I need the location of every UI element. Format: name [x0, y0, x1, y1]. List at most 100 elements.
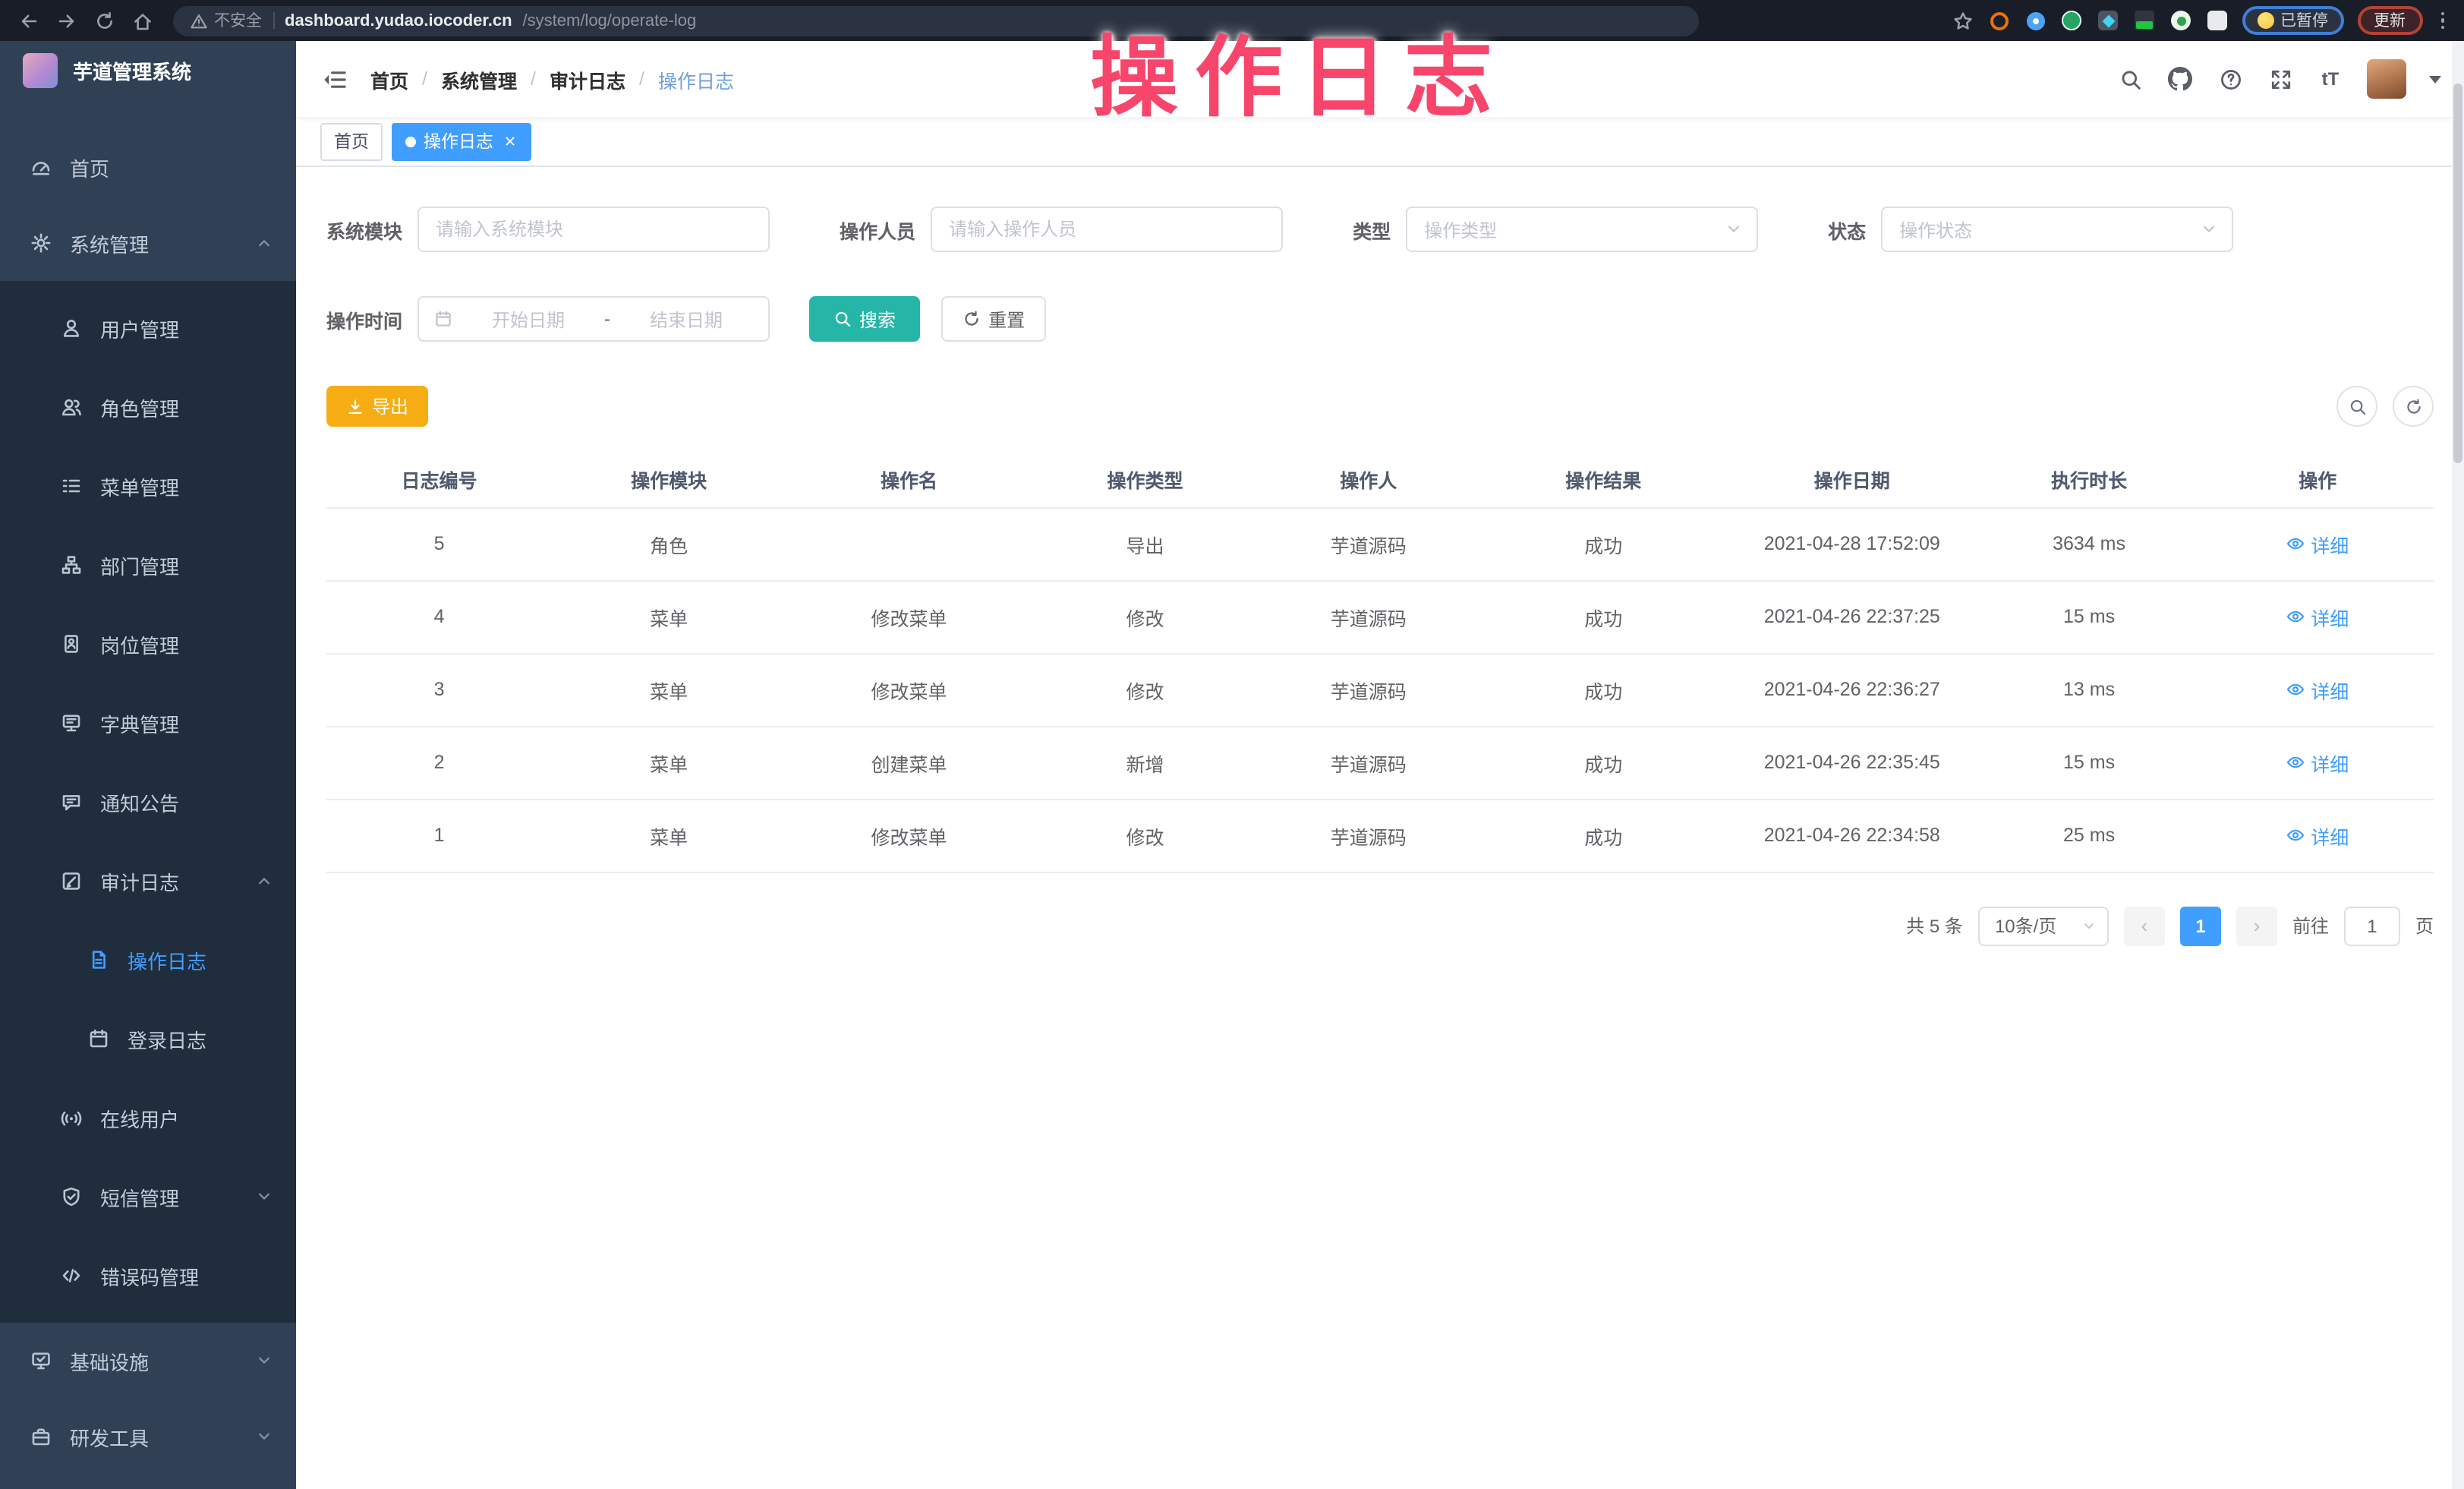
sprout-extension-icon[interactable] — [2169, 9, 2192, 32]
cell-duration: 25 ms — [1977, 799, 2202, 872]
sidebar-item-audit-log[interactable]: 审计日志 — [0, 841, 296, 920]
tab-operate-log[interactable]: 操作日志 — [392, 122, 531, 160]
sidebar-item-sms-management[interactable]: 短信管理 — [0, 1157, 296, 1236]
stack-on-extension-icon[interactable] — [2133, 9, 2156, 32]
home-icon[interactable] — [129, 7, 156, 34]
breadcrumb-audit-log[interactable]: 审计日志 — [550, 65, 625, 93]
pagination: 共 5 条 10条/页 ‹ 1 › 前往 页 — [326, 906, 2434, 945]
star-icon[interactable] — [1951, 9, 1974, 32]
prev-page-button[interactable]: ‹ — [2124, 906, 2165, 945]
sidebar-item-user-management[interactable]: 用户管理 — [0, 289, 296, 368]
url-path: /system/log/operate-log — [523, 11, 697, 30]
breadcrumb-home[interactable]: 首页 — [370, 65, 408, 93]
security-warning[interactable]: 不安全 — [190, 9, 262, 32]
orange-ring-extension-icon[interactable] — [1987, 9, 2010, 32]
sidebar-item-login-log[interactable]: 登录日志 — [0, 999, 296, 1078]
cell-date: 2021-04-26 22:36:27 — [1728, 653, 1977, 726]
help-icon[interactable] — [2217, 65, 2244, 93]
eye-icon — [2286, 826, 2305, 844]
detail-link[interactable]: 详细 — [2286, 821, 2349, 850]
sidebar-item-online-users[interactable]: 在线用户 — [0, 1078, 296, 1157]
eye-icon — [2286, 535, 2305, 553]
show-search-button[interactable] — [2336, 386, 2377, 427]
scrollbar-thumb[interactable] — [2453, 84, 2462, 463]
green-circle-extension-icon[interactable] — [2060, 9, 2083, 32]
font-size-icon[interactable]: tT — [2317, 65, 2344, 93]
download-icon — [346, 397, 364, 415]
sidebar-item-label: 字典管理 — [100, 708, 179, 737]
export-button[interactable]: 导出 — [326, 386, 428, 427]
page-1-button[interactable]: 1 — [2180, 906, 2221, 945]
search-icon[interactable] — [2116, 65, 2144, 93]
next-page-button[interactable]: › — [2236, 906, 2277, 945]
detail-link[interactable]: 详细 — [2286, 748, 2349, 777]
sidebar-item-role-management[interactable]: 角色管理 — [0, 368, 296, 446]
close-icon[interactable] — [503, 134, 518, 149]
page-size-select[interactable]: 10条/页 — [1978, 906, 2109, 945]
cell-result: 成功 — [1479, 726, 1728, 799]
module-label: 系统模块 — [326, 215, 402, 244]
sms-shield-icon — [61, 1186, 82, 1207]
cell-type: 修改 — [1032, 580, 1258, 653]
eye-icon — [2286, 607, 2305, 626]
sidebar-item-menu-management[interactable]: 菜单管理 — [0, 446, 296, 525]
search-button[interactable]: 搜索 — [809, 296, 920, 342]
github-icon[interactable] — [2166, 65, 2194, 93]
sidebar-item-error-code-management[interactable]: 错误码管理 — [0, 1236, 296, 1315]
type-select[interactable]: 操作类型 — [1406, 207, 1758, 252]
update-button[interactable]: 更新 — [2357, 6, 2422, 35]
reset-button[interactable]: 重置 — [941, 296, 1046, 342]
sidebar-item-department-management[interactable]: 部门管理 — [0, 525, 296, 604]
cell-duration: 15 ms — [1977, 726, 2202, 799]
sidebar-item-label: 短信管理 — [100, 1182, 179, 1211]
cell-module: 菜单 — [552, 726, 786, 799]
detail-link[interactable]: 详细 — [2286, 602, 2349, 631]
user-icon — [61, 317, 82, 339]
detail-link[interactable]: 详细 — [2286, 675, 2349, 704]
sidebar-item-post-management[interactable]: 岗位管理 — [0, 604, 296, 683]
sidebar-item-infrastructure[interactable]: 基础设施 — [0, 1323, 296, 1399]
caret-down-icon[interactable] — [2429, 75, 2441, 83]
back-icon[interactable] — [15, 7, 43, 34]
refresh-table-button[interactable] — [2393, 386, 2434, 427]
sidebar-item-home[interactable]: 首页 — [0, 129, 296, 205]
goto-page-input[interactable] — [2344, 906, 2400, 945]
goto-label: 前往 — [2292, 913, 2329, 939]
breadcrumb-system-management[interactable]: 系统管理 — [441, 65, 517, 93]
sidebar-item-label: 登录日志 — [128, 1024, 206, 1053]
puzzle-extension-icon[interactable] — [2206, 9, 2229, 32]
chevron-down-icon — [1725, 220, 1743, 238]
sidebar-item-operate-log[interactable]: 操作日志 — [0, 920, 296, 999]
app-logo[interactable]: 芋道管理系统 — [0, 41, 296, 99]
sidebar-item-announcement[interactable]: 通知公告 — [0, 762, 296, 841]
detail-link[interactable]: 详细 — [2286, 529, 2349, 558]
org-tree-icon — [61, 554, 82, 576]
tab-label: 操作日志 — [424, 129, 493, 153]
sidebar-item-devtools[interactable]: 研发工具 — [0, 1399, 296, 1475]
reload-icon[interactable] — [91, 7, 118, 34]
tab-home[interactable]: 首页 — [320, 122, 383, 160]
avatar[interactable] — [2367, 59, 2406, 99]
blue-pin-extension-icon[interactable] — [2024, 9, 2047, 32]
fullscreen-icon[interactable] — [2267, 65, 2294, 93]
sidebar: 芋道管理系统 首页 系统管理 用户管理 — [0, 41, 296, 1489]
date-range-picker[interactable]: 开始日期 - 结束日期 — [417, 296, 770, 342]
operator-input[interactable] — [931, 207, 1283, 252]
paused-badge[interactable]: 已暂停 — [2242, 6, 2343, 35]
sidebar-item-system-management[interactable]: 系统管理 — [0, 205, 296, 281]
module-input[interactable] — [417, 207, 770, 252]
cell-duration: 15 ms — [1977, 580, 2202, 653]
forward-icon[interactable] — [53, 7, 80, 34]
filter-row-2: 操作时间 开始日期 - 结束日期 搜索 重置 — [326, 296, 2434, 342]
cell-date: 2021-04-26 22:34:58 — [1728, 799, 1977, 872]
sidebar-collapse-button[interactable] — [319, 64, 349, 94]
gem-extension-icon[interactable] — [2097, 9, 2119, 32]
sidebar-item-label: 错误码管理 — [100, 1261, 199, 1290]
more-menu-icon[interactable] — [2436, 12, 2449, 30]
browser-window: 不安全 dashboard.yudao.iocoder.cn/system/lo… — [0, 0, 2464, 1489]
sidebar-item-dict-management[interactable]: 字典管理 — [0, 683, 296, 762]
cell-operator: 芋道源码 — [1258, 580, 1479, 653]
browser-scrollbar[interactable] — [2452, 41, 2464, 1489]
cell-module: 菜单 — [552, 580, 786, 653]
status-select[interactable]: 操作状态 — [1881, 207, 2233, 252]
